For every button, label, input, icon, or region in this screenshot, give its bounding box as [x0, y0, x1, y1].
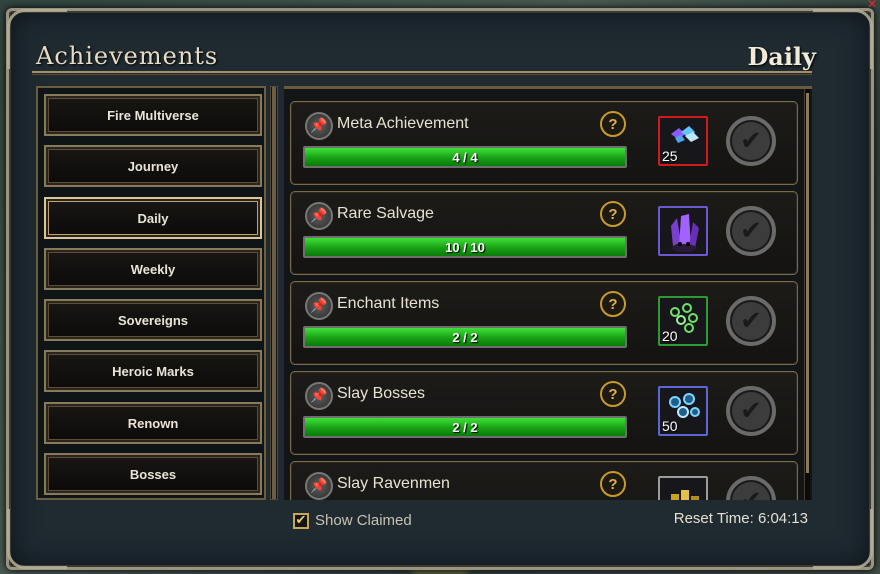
close-icon[interactable]: ✕ — [866, 0, 878, 10]
sidebar-item-weekly[interactable]: Weekly — [44, 248, 262, 290]
reward-slot[interactable]: 50 — [658, 386, 708, 436]
achievement-name: Slay Ravenmen — [337, 475, 450, 492]
sidebar-item-daily[interactable]: Daily — [44, 197, 262, 239]
sidebar-item-journey[interactable]: Journey — [44, 145, 262, 187]
show-claimed-checkbox[interactable]: ✔ — [293, 512, 309, 529]
achievement-list: 📌Slay Ravenmen?✔📌Slay Bosses?2 / 250✔📌En… — [284, 86, 812, 500]
reward-quantity: 20 — [662, 328, 678, 344]
progress-text: 2 / 2 — [452, 329, 478, 345]
reward-slot[interactable]: 25 — [658, 116, 708, 166]
pin-icon[interactable]: 📌 — [305, 382, 333, 410]
achievement-scrollbar[interactable] — [804, 89, 810, 500]
achievement-scrollbar-thumb[interactable] — [806, 93, 809, 473]
achievement-name: Slay Bosses — [337, 385, 426, 402]
sidebar-item-renown[interactable]: Renown — [44, 402, 262, 444]
checkmark-icon: ✔ — [732, 302, 770, 340]
reward-quantity: 25 — [662, 148, 678, 164]
pin-icon[interactable]: 📌 — [305, 112, 333, 140]
sidebar-scrollbar[interactable] — [270, 86, 278, 500]
checkmark-icon: ✔ — [732, 122, 770, 160]
progress-bar: 10 / 10 — [303, 236, 627, 258]
pin-icon[interactable]: 📌 — [305, 202, 333, 230]
reward-slot[interactable] — [658, 476, 708, 500]
corner-ornament — [813, 9, 873, 69]
help-icon[interactable]: ? — [600, 111, 626, 137]
claim-button[interactable]: ✔ — [726, 206, 776, 256]
category-sidebar: Fire Multiverse Journey Daily Weekly Soverei… — [36, 86, 266, 500]
help-icon[interactable]: ? — [600, 201, 626, 227]
progress-text: 10 / 10 — [445, 239, 485, 255]
corner-ornament — [7, 509, 67, 569]
achievement-card: 📌 Rare Salvage? 10 / 10 ✔ — [290, 191, 798, 275]
help-icon[interactable]: ? — [600, 471, 626, 497]
sidebar-item-sovereigns[interactable]: Sovereigns — [44, 299, 262, 341]
achievement-name: Enchant Items — [337, 295, 440, 312]
claim-button[interactable]: ✔ — [726, 386, 776, 436]
checkmark-icon: ✔ — [732, 392, 770, 430]
sidebar-scrollbar-thumb[interactable] — [272, 87, 276, 499]
pin-icon[interactable]: 📌 — [305, 292, 333, 320]
reset-time: Reset Time: 6:04:13 — [673, 510, 808, 527]
progress-bar: 4 / 4 — [303, 146, 627, 168]
sidebar-item-fire-multiverse[interactable]: Fire Multiverse — [44, 94, 262, 136]
progress-text: 2 / 2 — [452, 419, 478, 435]
progress-text: 4 / 4 — [452, 149, 478, 165]
progress-bar: 2 / 2 — [303, 416, 627, 438]
title-divider — [32, 71, 812, 75]
achievement-card: 📌Slay Ravenmen? ✔ — [290, 461, 798, 500]
window-title: Achievements — [36, 42, 219, 70]
checkmark-icon: ✔ — [732, 212, 770, 250]
help-icon[interactable]: ? — [600, 381, 626, 407]
show-claimed-toggle[interactable]: ✔ Show Claimed — [293, 512, 412, 529]
sidebar-item-heroic-marks[interactable]: Heroic Marks — [44, 350, 262, 392]
help-icon[interactable]: ? — [600, 291, 626, 317]
checkmark-icon: ✔ — [732, 482, 770, 500]
reward-slot[interactable]: 20 — [658, 296, 708, 346]
category-title: Daily — [747, 42, 816, 71]
corner-ornament — [813, 509, 873, 569]
achievement-card: 📌 Enchant Items? 2 / 2 20 ✔ — [290, 281, 798, 365]
achievement-name: Meta Achievement — [337, 115, 469, 132]
achievement-name: Rare Salvage — [337, 205, 434, 222]
claim-button[interactable]: ✔ — [726, 296, 776, 346]
progress-bar: 2 / 2 — [303, 326, 627, 348]
show-claimed-label: Show Claimed — [315, 512, 412, 529]
claim-button[interactable]: ✔ — [726, 476, 776, 500]
reward-slot[interactable] — [658, 206, 708, 256]
achievement-card: 📌 Meta Achievement? 4 / 4 25 ✔ — [290, 101, 798, 185]
achievement-card: 📌 Slay Bosses? 2 / 2 50 ✔ — [290, 371, 798, 455]
reward-quantity: 50 — [662, 418, 678, 434]
claim-button[interactable]: ✔ — [726, 116, 776, 166]
sidebar-item-bosses[interactable]: Bosses — [44, 453, 262, 495]
pin-icon[interactable]: 📌 — [305, 472, 333, 500]
